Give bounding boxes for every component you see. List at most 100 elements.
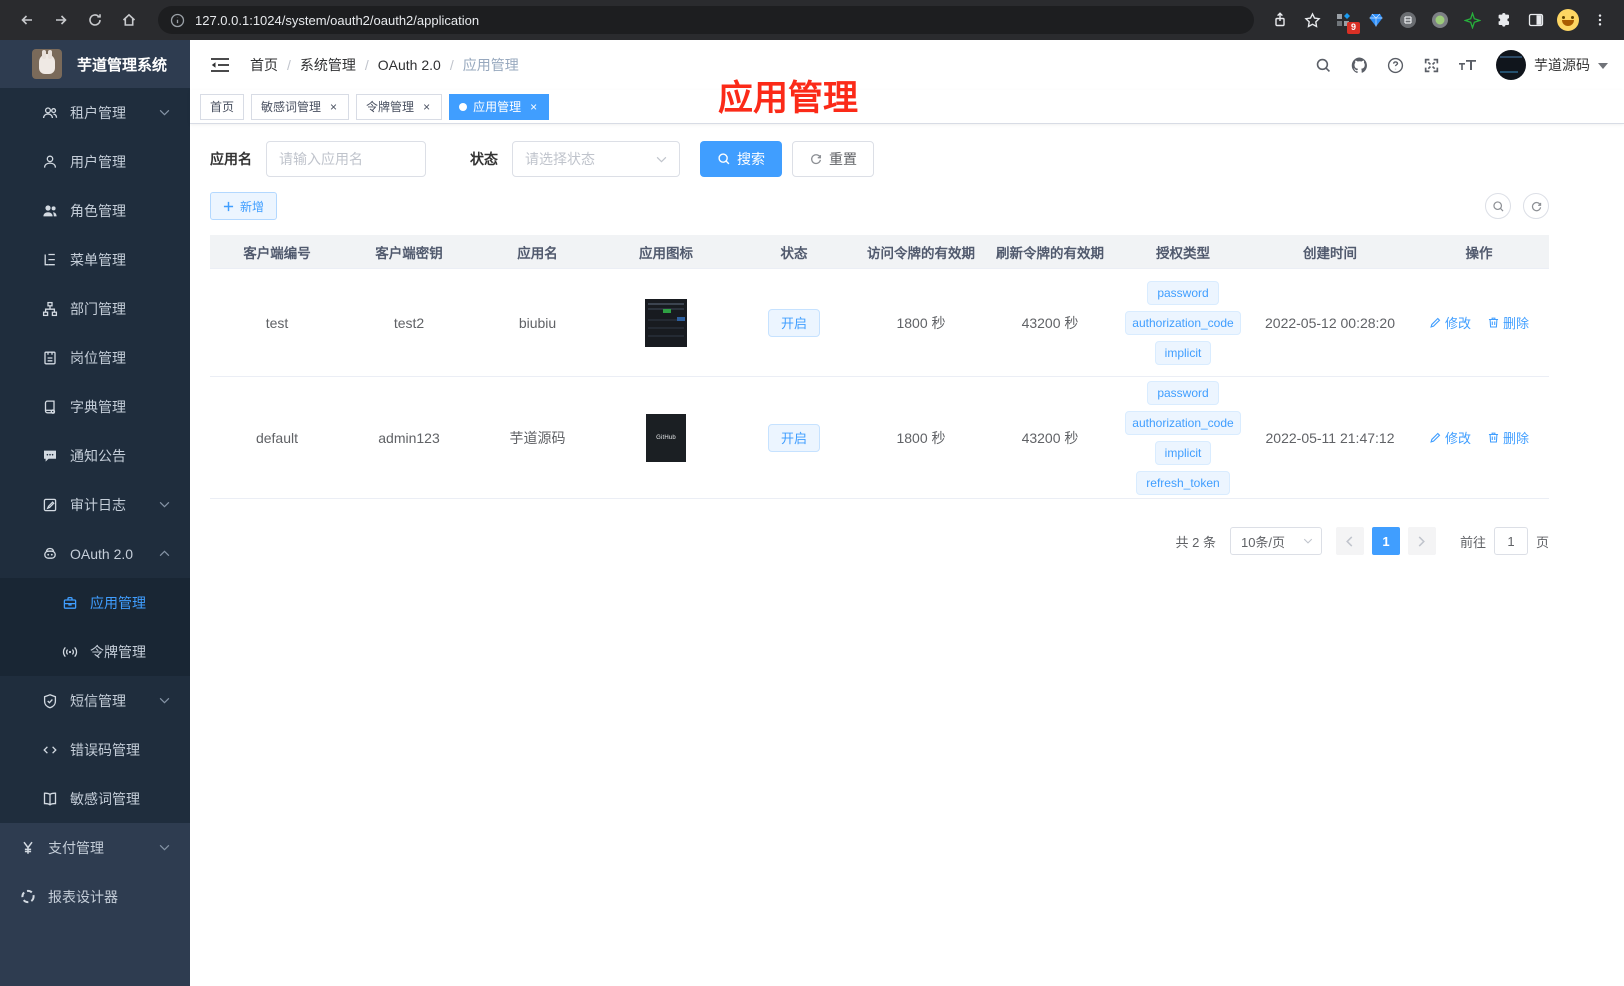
prev-page-button[interactable] <box>1335 527 1364 555</box>
application-icon <box>62 595 78 611</box>
column-header: 客户端编号 <box>243 245 311 261</box>
extension-grid-icon[interactable]: 9 <box>1330 6 1360 34</box>
reading-list-icon[interactable] <box>1522 6 1550 34</box>
org-chart-icon <box>42 301 58 317</box>
tabs-bar: 首页 敏感词管理 × 令牌管理 × 应用管理 × <box>190 90 1624 124</box>
sidebar-item-oauth-token[interactable]: 令牌管理 <box>0 627 190 676</box>
header-search-icon[interactable] <box>1310 52 1336 78</box>
refresh-table-icon[interactable] <box>1523 193 1549 219</box>
help-icon[interactable] <box>1382 52 1408 78</box>
home-icon[interactable] <box>114 5 144 35</box>
grant-type-tag: password <box>1147 380 1219 405</box>
username: 芋道源码 <box>1534 57 1590 73</box>
cell-app-icon <box>601 298 731 347</box>
tab-令牌管理[interactable]: 令牌管理 × <box>356 93 443 120</box>
breadcrumb-item[interactable]: 系统管理 <box>300 55 356 75</box>
breadcrumb-item[interactable]: OAuth 2.0 <box>378 57 441 73</box>
sidebar-item-label: 令牌管理 <box>90 643 146 660</box>
edit-button[interactable]: 修改 <box>1429 313 1471 332</box>
forward-icon[interactable] <box>46 5 76 35</box>
tab-首页[interactable]: 首页 <box>200 93 245 120</box>
bookmark-star-icon[interactable] <box>1298 6 1326 34</box>
close-icon[interactable]: × <box>328 100 339 114</box>
collapse-sidebar-icon[interactable] <box>206 56 234 74</box>
gem-extension-icon[interactable] <box>1362 6 1390 34</box>
status-select[interactable]: 请选择状态 <box>512 141 680 177</box>
sidebar-item-post[interactable]: 岗位管理 <box>0 333 190 382</box>
post-badge-icon <box>42 350 58 366</box>
logo-rabbit-avatar <box>32 49 62 79</box>
cell-client-secret: admin123 <box>378 429 440 446</box>
reset-button[interactable]: 重置 <box>792 141 874 177</box>
breadcrumb-item[interactable]: 首页 <box>250 55 278 75</box>
page-size-select[interactable]: 10条/页 <box>1229 527 1322 555</box>
pagination-total: 共 2 条 <box>1175 534 1216 550</box>
user-menu[interactable]: 芋道源码 <box>1496 50 1608 80</box>
table-toolbar: 新增 <box>210 192 1549 220</box>
chevron-down-icon <box>159 109 170 116</box>
show-search-toggle-icon[interactable] <box>1485 193 1511 219</box>
sidebar-item-errcode[interactable]: 错误码管理 <box>0 725 190 774</box>
delete-button[interactable]: 删除 <box>1487 428 1529 447</box>
puzzle-extensions-icon[interactable] <box>1490 6 1518 34</box>
address-bar[interactable]: 127.0.0.1:1024/system/oauth2/oauth2/appl… <box>158 6 1254 34</box>
delete-button[interactable]: 删除 <box>1487 313 1529 332</box>
fullscreen-icon[interactable] <box>1418 52 1444 78</box>
sidebar-item-role[interactable]: 角色管理 <box>0 186 190 235</box>
sidebar-item-dept[interactable]: 部门管理 <box>0 284 190 333</box>
sidebar-item-menu[interactable]: 菜单管理 <box>0 235 190 284</box>
search-button[interactable]: 搜索 <box>700 141 782 177</box>
close-icon[interactable]: × <box>528 100 539 114</box>
close-icon[interactable]: × <box>421 100 432 114</box>
app-logo[interactable]: 芋道管理系统 <box>0 40 190 88</box>
add-button[interactable]: 新增 <box>210 192 278 220</box>
tab-敏感词管理[interactable]: 敏感词管理 × <box>251 93 350 120</box>
url-text: 127.0.0.1:1024/system/oauth2/oauth2/appl… <box>195 12 480 28</box>
sidebar-item-user[interactable]: 用户管理 <box>0 137 190 186</box>
reload-icon[interactable] <box>80 5 110 35</box>
profile-avatar-icon[interactable] <box>1554 6 1582 34</box>
cell-grant-types: password authorization_code implicit <box>1115 280 1251 365</box>
goto-page-input[interactable] <box>1493 527 1528 555</box>
sidebar-item-oauth2[interactable]: OAuth 2.0 <box>0 529 190 578</box>
cell-app-name: biubiu <box>518 314 557 331</box>
pagination: 共 2 条 10条/页 1 前往 页 <box>210 527 1549 555</box>
app-screenshot-thumbnail <box>645 298 687 347</box>
browser-menu-icon[interactable] <box>1586 6 1614 34</box>
cell-client-id: default <box>255 429 299 446</box>
edit-button[interactable]: 修改 <box>1429 428 1471 447</box>
next-page-button[interactable] <box>1407 527 1436 555</box>
github-icon[interactable] <box>1346 52 1372 78</box>
column-header: 刷新令牌的有效期 <box>996 245 1104 261</box>
app-name-input[interactable] <box>266 141 426 177</box>
sidebar-item-notice[interactable]: 通知公告 <box>0 431 190 480</box>
sidebar-item-label: 通知公告 <box>70 447 126 464</box>
sidebar-item-pay[interactable]: 支付管理 <box>0 823 190 872</box>
chevron-down-icon <box>159 844 170 851</box>
sidebar-item-label: 字典管理 <box>70 398 126 415</box>
sidebar-item-label: 菜单管理 <box>70 251 126 268</box>
font-size-icon[interactable] <box>1454 52 1480 78</box>
sidebar-item-dict[interactable]: 字典管理 <box>0 382 190 431</box>
back-icon[interactable] <box>12 5 42 35</box>
sidebar-item-label: 报表设计器 <box>48 888 118 905</box>
sidebar-item-label: 敏感词管理 <box>70 790 140 807</box>
browser-toolbar: 127.0.0.1:1024/system/oauth2/oauth2/appl… <box>0 0 1624 40</box>
sidebar-item-sensitive[interactable]: 敏感词管理 <box>0 774 190 823</box>
sidebar-item-oauth-app[interactable]: 应用管理 <box>0 578 190 627</box>
breadcrumb-separator: / <box>449 57 454 73</box>
star-extension-icon[interactable] <box>1458 6 1486 34</box>
sidebar-item-tenant[interactable]: 租户管理 <box>0 88 190 137</box>
record-extension-icon[interactable] <box>1426 6 1454 34</box>
sidebar-item-audit[interactable]: 审计日志 <box>0 480 190 529</box>
sidebar-item-sms[interactable]: 短信管理 <box>0 676 190 725</box>
roles-icon <box>42 203 58 219</box>
site-info-icon[interactable] <box>170 13 185 28</box>
breadcrumb: 首页 / 系统管理 / OAuth 2.0 / 应用管理 <box>250 55 519 75</box>
page-number-1[interactable]: 1 <box>1371 527 1400 555</box>
share-icon[interactable] <box>1266 6 1294 34</box>
status-label: 状态 <box>470 151 498 167</box>
cmd-extension-icon[interactable] <box>1394 6 1422 34</box>
sidebar-item-report[interactable]: 报表设计器 <box>0 872 190 921</box>
tab-应用管理[interactable]: 应用管理 × <box>449 93 550 120</box>
